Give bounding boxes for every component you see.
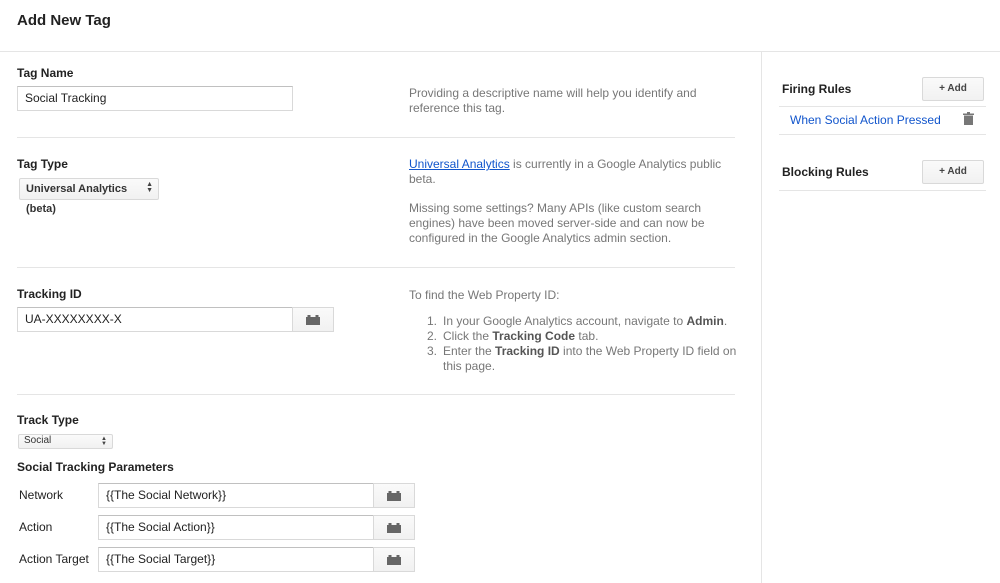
divider [17, 137, 735, 138]
add-firing-rule-button[interactable]: + Add [922, 77, 984, 101]
page-title: Add New Tag [17, 12, 111, 29]
divider [17, 394, 735, 395]
network-label: Network [19, 488, 64, 502]
tracking-id-help: To find the Web Property ID: 1. In your G… [409, 288, 739, 374]
tracking-id-steps: 1. In your Google Analytics account, navi… [409, 314, 739, 374]
tracking-id-label: Tracking ID [17, 287, 82, 301]
rules-sidebar: Firing Rules + Add When Social Action Pr… [762, 52, 1000, 583]
divider [779, 106, 986, 107]
action-macro-button[interactable] [373, 515, 415, 540]
divider [17, 267, 735, 268]
track-type-select[interactable]: Social ▲ ▼ [18, 434, 113, 449]
track-type-label: Track Type [17, 413, 79, 427]
missing-settings-help: Missing some settings? Many APIs (like c… [409, 201, 705, 245]
tag-type-select[interactable]: Universal Analytics (beta) ▲ ▼ [19, 178, 159, 215]
trash-icon[interactable] [963, 112, 974, 128]
action-input[interactable]: {{The Social Action}} [98, 515, 374, 540]
add-blocking-rule-button[interactable]: + Add [922, 160, 984, 184]
divider [779, 190, 986, 191]
tag-name-label: Tag Name [17, 66, 74, 80]
tag-name-help: Providing a descriptive name will help y… [409, 86, 697, 115]
macro-brick-icon [387, 491, 401, 501]
blocking-rules-label: Blocking Rules [782, 165, 869, 179]
network-macro-button[interactable] [373, 483, 415, 508]
tag-type-help: Universal Analytics is currently in a Go… [409, 157, 734, 187]
updown-arrows-icon: ▲ ▼ [146, 181, 153, 194]
action-target-input[interactable]: {{The Social Target}} [98, 547, 374, 572]
divider [779, 134, 986, 135]
tag-form: Tag Name Social Tracking Providing a des… [0, 52, 762, 583]
list-item: 2. Click the Tracking Code tab. [427, 329, 599, 343]
firing-rule-link[interactable]: When Social Action Pressed [790, 113, 941, 127]
tracking-id-input[interactable]: UA-XXXXXXXX-X [17, 307, 293, 332]
action-target-label: Action Target [19, 552, 89, 566]
macro-brick-icon [387, 555, 401, 565]
tag-name-input[interactable]: Social Tracking [17, 86, 293, 111]
action-target-macro-button[interactable] [373, 547, 415, 572]
tracking-id-macro-button[interactable] [292, 307, 334, 332]
header: Add New Tag [0, 0, 1000, 52]
tag-type-label: Tag Type [17, 157, 68, 171]
universal-analytics-link[interactable]: Universal Analytics [409, 157, 510, 171]
updown-arrows-icon: ▲ ▼ [101, 436, 107, 447]
social-params-label: Social Tracking Parameters [17, 460, 174, 474]
macro-brick-icon [306, 315, 320, 325]
macro-brick-icon [387, 523, 401, 533]
track-type-selected: Social [24, 435, 52, 446]
list-item: 1. In your Google Analytics account, navi… [427, 314, 728, 328]
network-input[interactable]: {{The Social Network}} [98, 483, 374, 508]
tag-type-selected: Universal Analytics (beta) [26, 183, 128, 215]
list-item: 3. Enter the Tracking ID into the Web Pro… [427, 344, 737, 373]
tracking-id-help-intro: To find the Web Property ID: [409, 288, 560, 302]
firing-rules-label: Firing Rules [782, 82, 852, 96]
action-label: Action [19, 520, 53, 534]
